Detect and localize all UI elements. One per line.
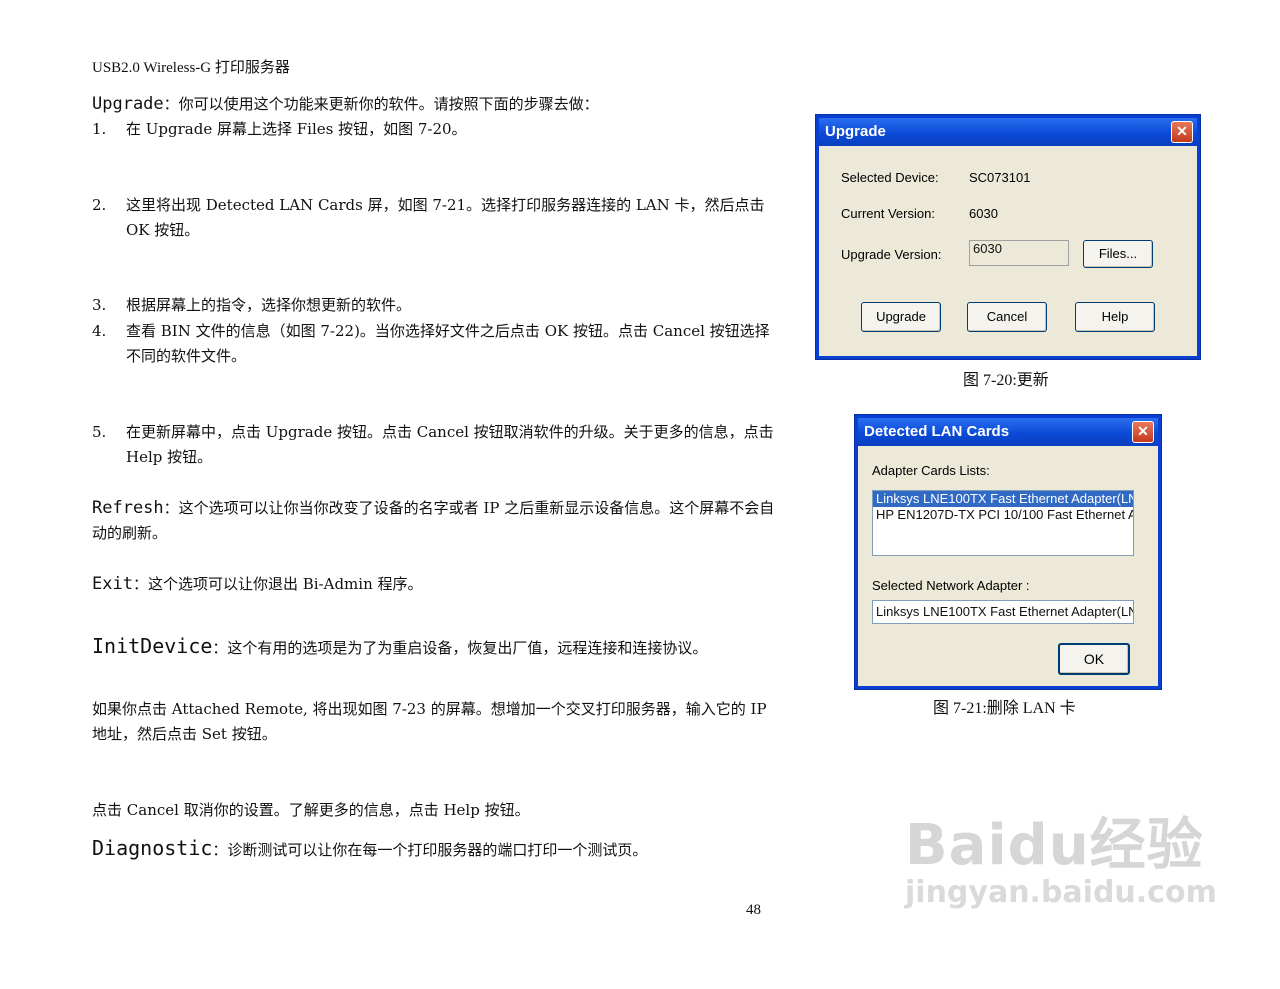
diagnostic-paragraph: Diagnostic：诊断测试可以让你在每一个打印服务器的端口打印一个测试页。 xyxy=(92,836,782,863)
upgrade-desc: ：你可以使用这个功能来更新你的软件。请按照下面的步骤去做： xyxy=(163,95,599,113)
refresh-paragraph: Refresh：这个选项可以让你当你改变了设备的名字或者 IP 之后重新显示设备… xyxy=(92,496,782,546)
initdevice-paragraph: InitDevice：这个有用的选项是为了为重启设备，恢复出厂值，远程连接和连接… xyxy=(92,634,782,661)
initdevice-term: InitDevice xyxy=(92,634,213,658)
step-text: 在更新屏幕中，点击 Upgrade 按钮。点击 Cancel 按钮取消软件的升级… xyxy=(126,423,774,466)
diagnostic-desc: ：诊断测试可以让你在每一个打印服务器的端口打印一个测试页。 xyxy=(212,841,648,859)
initdevice-desc: ：这个有用的选项是为了为重启设备，恢复出厂值，远程连接和连接协议。 xyxy=(212,639,708,657)
close-icon[interactable]: ✕ xyxy=(1171,121,1193,143)
selected-adapter-field[interactable]: Linksys LNE100TX Fast Ethernet Adapter(L… xyxy=(872,600,1134,624)
selected-device-value: SC073101 xyxy=(969,170,1031,185)
exit-term: Exit xyxy=(92,574,133,594)
watermark-brand: Baidu经验 xyxy=(905,813,1204,878)
step-number: 3. xyxy=(92,296,107,314)
lan-cards-dialog-titlebar: Detected LAN Cards ✕ xyxy=(858,418,1158,446)
figure-caption-lan-cards: 图 7-21:删除 LAN 卡 xyxy=(933,700,1076,717)
adapter-list-label: Adapter Cards Lists: xyxy=(872,463,990,478)
upgrade-dialog-titlebar: Upgrade ✕ xyxy=(819,118,1197,146)
upgrade-dialog-title: Upgrade xyxy=(825,123,886,140)
watermark: Baidu经验 jingyan.baidu.com xyxy=(905,800,1217,910)
figure-caption-upgrade: 图 7-20:更新 xyxy=(963,372,1049,389)
refresh-term: Refresh xyxy=(92,498,164,518)
list-item[interactable]: Linksys LNE100TX Fast Ethernet Adapter(L… xyxy=(873,491,1133,507)
exit-paragraph: Exit：这个选项可以让你退出 Bi-Admin 程序。 xyxy=(92,572,782,597)
lan-cards-dialog: Detected LAN Cards ✕ Adapter Cards Lists… xyxy=(855,415,1161,689)
lan-cards-dialog-title: Detected LAN Cards xyxy=(864,423,1010,440)
upgrade-intro: Upgrade：你可以使用这个功能来更新你的软件。请按照下面的步骤去做： xyxy=(92,92,782,117)
diagnostic-term: Diagnostic xyxy=(92,836,213,860)
page-number: 48 xyxy=(746,902,761,918)
upgrade-version-field[interactable]: 6030 xyxy=(969,240,1069,266)
step-number: 4. xyxy=(92,322,107,340)
close-icon[interactable]: ✕ xyxy=(1132,421,1154,443)
current-version-label: Current Version: xyxy=(841,206,935,221)
watermark-url: jingyan.baidu.com xyxy=(905,875,1217,910)
step-text: 查看 BIN 文件的信息（如图 7-22)。当你选择好文件之后点击 OK 按钮。… xyxy=(126,322,770,365)
selected-device-label: Selected Device: xyxy=(841,170,939,185)
step-number: 2. xyxy=(92,196,107,214)
step-text: 根据屏幕上的指令，选择你想更新的软件。 xyxy=(126,296,412,314)
step-item: 5. 在更新屏幕中，点击 Upgrade 按钮。点击 Cancel 按钮取消软件… xyxy=(92,420,782,470)
files-button[interactable]: Files... xyxy=(1083,240,1153,268)
upgrade-button[interactable]: Upgrade xyxy=(861,302,941,332)
refresh-desc: ：这个选项可以让你当你改变了设备的名字或者 IP 之后重新显示设备信息。这个屏幕… xyxy=(92,499,775,542)
step-item: 2. 这里将出现 Detected LAN Cards 屏，如图 7-21。选择… xyxy=(92,193,782,243)
upgrade-version-label: Upgrade Version: xyxy=(841,247,942,262)
step-number: 5. xyxy=(92,423,107,441)
adapter-list[interactable]: Linksys LNE100TX Fast Ethernet Adapter(L… xyxy=(872,490,1134,556)
upgrade-term: Upgrade xyxy=(92,94,164,114)
exit-desc: ：这个选项可以让你退出 Bi-Admin 程序。 xyxy=(132,575,423,593)
upgrade-dialog: Upgrade ✕ Selected Device: SC073101 Curr… xyxy=(816,115,1200,359)
step-text: 在 Upgrade 屏幕上选择 Files 按钮，如图 7-20。 xyxy=(126,120,467,138)
ok-button[interactable]: OK xyxy=(1058,643,1130,675)
selected-adapter-label: Selected Network Adapter : xyxy=(872,578,1030,593)
current-version-value: 6030 xyxy=(969,206,998,221)
document-header: USB2.0 Wireless-G 打印服务器 xyxy=(92,60,290,76)
step-item: 4. 查看 BIN 文件的信息（如图 7-22)。当你选择好文件之后点击 OK … xyxy=(92,319,782,369)
cancel-note-paragraph: 点击 Cancel 取消你的设置。了解更多的信息，点击 Help 按钮。 xyxy=(92,801,530,819)
step-number: 1. xyxy=(92,120,107,138)
help-button[interactable]: Help xyxy=(1075,302,1155,332)
step-text: 这里将出现 Detected LAN Cards 屏，如图 7-21。选择打印服… xyxy=(126,196,765,239)
step-item: 1. 在 Upgrade 屏幕上选择 Files 按钮，如图 7-20。 xyxy=(92,117,782,142)
list-item[interactable]: HP EN1207D-TX PCI 10/100 Fast Ethernet A xyxy=(873,507,1133,523)
attached-remote-paragraph: 如果你点击 Attached Remote, 将出现如图 7-23 的屏幕。想增… xyxy=(92,700,767,743)
cancel-button[interactable]: Cancel xyxy=(967,302,1047,332)
step-item: 3. 根据屏幕上的指令，选择你想更新的软件。 xyxy=(92,293,782,318)
